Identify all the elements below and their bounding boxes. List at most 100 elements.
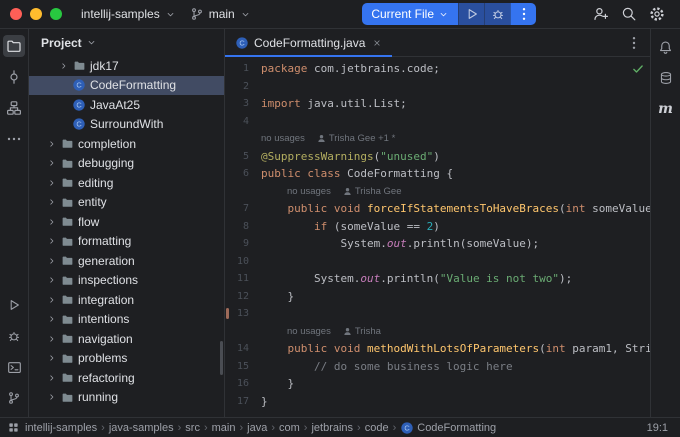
line-number[interactable]: 1	[225, 60, 261, 78]
chevron-right-icon[interactable]	[45, 275, 58, 285]
close-window-button[interactable]	[10, 8, 22, 20]
code-line[interactable]: 7 public void forceIfStatementsToHaveBra…	[225, 200, 650, 218]
caret-position[interactable]: 19:1	[647, 422, 668, 434]
tree-item-jdk17[interactable]: jdk17	[29, 56, 224, 76]
tree-item-javaat25[interactable]: CJavaAt25	[29, 95, 224, 115]
tree-item-debugging[interactable]: debugging	[29, 154, 224, 174]
code-line[interactable]: 13	[225, 305, 650, 323]
tree-item-running[interactable]: running	[29, 388, 224, 408]
code-line[interactable]: 3import java.util.List;	[225, 95, 650, 113]
more-tool-button[interactable]	[3, 128, 25, 150]
chevron-right-icon[interactable]	[45, 392, 58, 402]
run-button[interactable]	[458, 3, 484, 25]
line-number[interactable]: 4	[225, 113, 261, 131]
line-number[interactable]: 8	[225, 218, 261, 236]
search-button[interactable]	[616, 2, 642, 26]
breadcrumb-item[interactable]: main	[212, 422, 236, 434]
terminal-tool-button[interactable]	[3, 356, 25, 378]
tree-item-formatting[interactable]: formatting	[29, 232, 224, 252]
chevron-right-icon[interactable]	[45, 236, 58, 246]
chevron-right-icon[interactable]	[45, 256, 58, 266]
line-number[interactable]: 15	[225, 358, 261, 376]
code-line[interactable]: 16 }	[225, 375, 650, 393]
tree-item-refactoring[interactable]: refactoring	[29, 368, 224, 388]
breadcrumb-item[interactable]: com	[279, 422, 300, 434]
code-line[interactable]: 6public class CodeFormatting {	[225, 165, 650, 183]
editor-tab-codeformatting[interactable]: C CodeFormatting.java	[225, 29, 392, 56]
code-author-hint[interactable]: Trisha	[343, 323, 381, 341]
code-line[interactable]: 15 // do some business logic here	[225, 358, 650, 376]
code-line[interactable]: 5@SuppressWarnings("unused")	[225, 148, 650, 166]
breadcrumb-item[interactable]: java	[247, 422, 267, 434]
project-folder-tool-button[interactable]	[3, 35, 25, 57]
debug-tool-button[interactable]	[3, 325, 25, 347]
chevron-right-icon[interactable]	[45, 334, 58, 344]
minimize-window-button[interactable]	[30, 8, 42, 20]
inspections-ok-icon[interactable]	[632, 63, 644, 75]
inlay-hint-row[interactable]: no usages Trisha Gee	[225, 183, 650, 201]
chevron-right-icon[interactable]	[57, 61, 70, 71]
line-number[interactable]: 2	[225, 78, 261, 96]
notifications-tool-button[interactable]	[655, 36, 677, 58]
editor-options-icon[interactable]	[626, 35, 642, 51]
code-author-hint[interactable]: Trisha Gee	[343, 183, 402, 201]
breadcrumb-item[interactable]: CCodeFormatting	[400, 421, 496, 435]
run-config-selector[interactable]: Current File	[362, 3, 458, 25]
line-number[interactable]: 12	[225, 288, 261, 306]
line-number[interactable]: 3	[225, 95, 261, 113]
code-area[interactable]: 1package com.jetbrains.code;23import jav…	[225, 57, 650, 417]
usages-hint[interactable]: no usages	[261, 130, 305, 148]
tree-item-surroundwith[interactable]: CSurroundWith	[29, 115, 224, 135]
breadcrumb-item[interactable]: src	[185, 422, 200, 434]
tree-item-problems[interactable]: problems	[29, 349, 224, 369]
add-user-button[interactable]	[588, 2, 614, 26]
commit-tool-button[interactable]	[3, 66, 25, 88]
database-tool-button[interactable]	[655, 67, 677, 89]
code-line[interactable]: 10	[225, 253, 650, 271]
tree-item-intentions[interactable]: intentions	[29, 310, 224, 330]
chevron-right-icon[interactable]	[45, 373, 58, 383]
maven-tool-button[interactable]: m	[655, 98, 677, 120]
tree-item-editing[interactable]: editing	[29, 173, 224, 193]
chevron-right-icon[interactable]	[45, 158, 58, 168]
run-tool-button[interactable]	[3, 294, 25, 316]
tree-item-completion[interactable]: completion	[29, 134, 224, 154]
chevron-right-icon[interactable]	[45, 139, 58, 149]
code-line[interactable]: 2	[225, 78, 650, 96]
line-number[interactable]: 13	[225, 305, 261, 323]
breadcrumb-item[interactable]: jetbrains	[311, 422, 353, 434]
code-line[interactable]: 12 }	[225, 288, 650, 306]
breadcrumb-item[interactable]: java-samples	[109, 422, 174, 434]
tree-item-entity[interactable]: entity	[29, 193, 224, 213]
tree-item-codeformatting[interactable]: CCodeFormatting	[29, 76, 224, 96]
chevron-right-icon[interactable]	[45, 314, 58, 324]
git-tool-button[interactable]	[3, 387, 25, 409]
code-line[interactable]: 1package com.jetbrains.code;	[225, 60, 650, 78]
code-line[interactable]: 9 System.out.println(someValue);	[225, 235, 650, 253]
close-tab-icon[interactable]	[372, 38, 382, 48]
inlay-hint-row[interactable]: no usages Trisha	[225, 323, 650, 341]
line-number[interactable]: 10	[225, 253, 261, 271]
line-number[interactable]: 5	[225, 148, 261, 166]
usages-hint[interactable]: no usages	[287, 183, 331, 201]
breadcrumb-item[interactable]: intellij-samples	[25, 422, 97, 434]
branch-selector[interactable]: main	[183, 3, 258, 25]
debug-button[interactable]	[484, 3, 510, 25]
line-number[interactable]: 16	[225, 375, 261, 393]
code-line[interactable]: 17}	[225, 393, 650, 411]
chevron-right-icon[interactable]	[45, 295, 58, 305]
project-panel-header[interactable]: Project	[29, 29, 224, 56]
usages-hint[interactable]: no usages	[287, 323, 331, 341]
zoom-window-button[interactable]	[50, 8, 62, 20]
chevron-right-icon[interactable]	[45, 353, 58, 363]
run-more-button[interactable]	[510, 3, 536, 25]
tree-item-generation[interactable]: generation	[29, 251, 224, 271]
line-number[interactable]: 17	[225, 393, 261, 411]
project-selector[interactable]: intellij-samples	[74, 3, 183, 25]
line-number[interactable]: 11	[225, 270, 261, 288]
code-line[interactable]: 11 System.out.println("Value is not two"…	[225, 270, 650, 288]
code-line[interactable]: 8 if (someValue == 2)	[225, 218, 650, 236]
tree-item-navigation[interactable]: navigation	[29, 329, 224, 349]
chevron-right-icon[interactable]	[45, 217, 58, 227]
inlay-hint-row[interactable]: no usagesTrisha Gee +1 *	[225, 130, 650, 148]
